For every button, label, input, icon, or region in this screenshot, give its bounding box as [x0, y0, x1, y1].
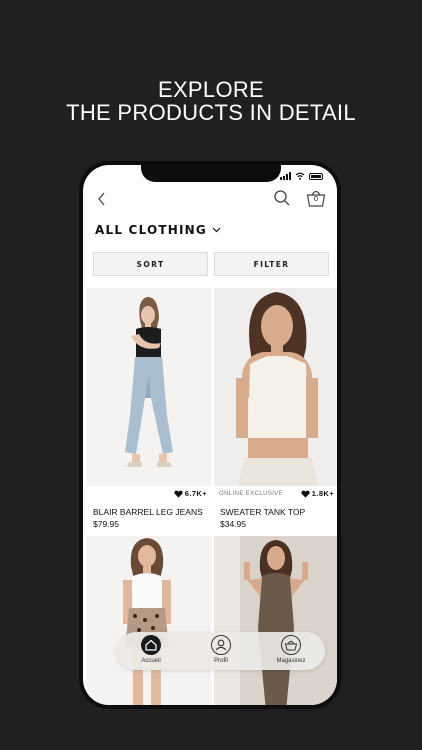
- tab-profile[interactable]: Profil: [191, 634, 251, 668]
- product-badge: ONLINE EXCLUSIVE: [219, 491, 284, 497]
- likes-count: 1.8K+: [311, 489, 334, 498]
- promo-line-2: THE PRODUCTS IN DETAIL: [66, 100, 356, 125]
- phone-frame: 0 ALL CLOTHING SORT FILTER 6.7K+ BLAIR B…: [79, 161, 341, 709]
- category-dropdown[interactable]: ALL CLOTHING: [95, 221, 221, 239]
- category-title: ALL CLOTHING: [95, 223, 207, 237]
- home-icon: [141, 635, 161, 655]
- tab-shop-label: Magasinez: [276, 658, 306, 664]
- product-image[interactable]: [214, 536, 337, 705]
- promo-headline: EXPLORE THE PRODUCTS IN DETAIL: [0, 78, 422, 124]
- tab-shop[interactable]: Magasinez: [261, 634, 321, 668]
- like-button[interactable]: 1.8K+: [301, 489, 334, 498]
- tab-profile-label: Profil: [214, 658, 228, 664]
- tab-home-label: Accueil: [141, 658, 161, 664]
- product-name[interactable]: SWEATER TANK TOP: [220, 507, 305, 517]
- top-navigation-bar: 0: [83, 187, 337, 213]
- back-chevron-icon[interactable]: [95, 191, 109, 207]
- tab-home[interactable]: Accueil: [121, 634, 181, 668]
- like-button[interactable]: 6.7K+: [174, 489, 207, 498]
- app-screen: 0 ALL CLOTHING SORT FILTER 6.7K+ BLAIR B…: [83, 165, 337, 705]
- chevron-down-icon: [212, 227, 221, 233]
- product-image[interactable]: [87, 536, 211, 705]
- product-price: $79.95: [93, 519, 119, 529]
- product-image[interactable]: [87, 288, 211, 486]
- product-name[interactable]: BLAIR BARREL LEG JEANS: [93, 507, 203, 517]
- product-price: $34.95: [220, 519, 246, 529]
- basket-icon: [281, 635, 301, 655]
- phone-notch: [141, 165, 281, 182]
- filter-button[interactable]: FILTER: [214, 252, 329, 276]
- cart-button[interactable]: 0: [305, 187, 327, 209]
- search-icon[interactable]: [273, 189, 291, 207]
- wifi-icon: [295, 172, 305, 180]
- profile-icon: [211, 635, 231, 655]
- bottom-tab-bar: Accueil Profil Magasinez: [117, 632, 325, 670]
- product-image[interactable]: [214, 288, 337, 486]
- cart-count-badge: 0: [314, 196, 318, 203]
- product-meta: ONLINE EXCLUSIVE 1.8K+: [214, 488, 337, 500]
- heart-icon: [174, 490, 183, 498]
- battery-icon: [309, 172, 323, 180]
- product-meta: 6.7K+: [87, 488, 211, 500]
- sort-button[interactable]: SORT: [93, 252, 208, 276]
- heart-icon: [301, 490, 310, 498]
- likes-count: 6.7K+: [184, 489, 207, 498]
- promo-line-1: EXPLORE: [157, 77, 265, 102]
- cellular-signal-icon: [280, 172, 291, 180]
- status-bar-icons: [280, 172, 323, 180]
